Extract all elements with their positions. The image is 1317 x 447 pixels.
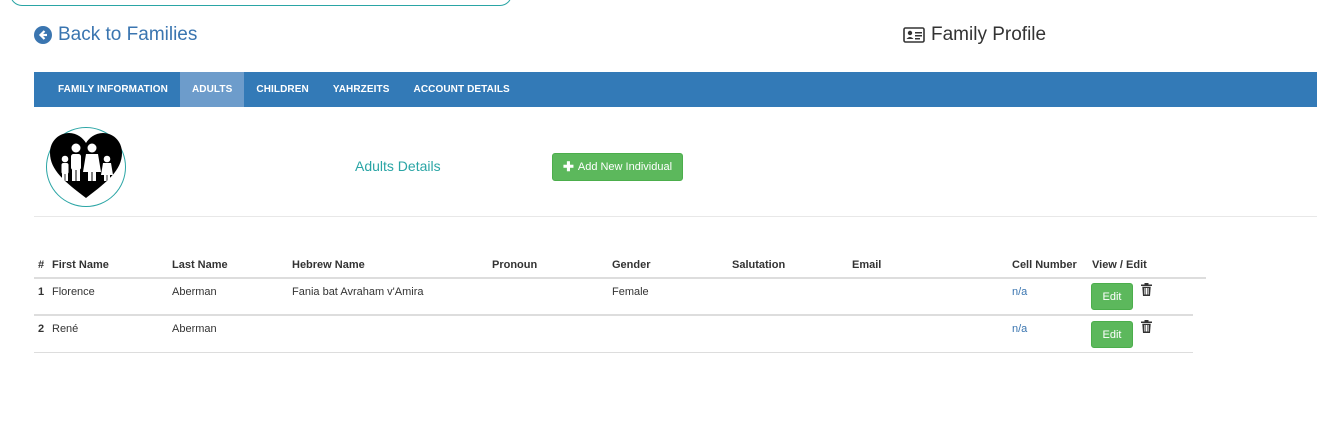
gender-cell: Female xyxy=(612,286,649,298)
col-header-salutation: Salutation xyxy=(732,259,786,271)
col-header-hebrew-name: Hebrew Name xyxy=(292,259,365,271)
page-title: Family Profile xyxy=(903,24,1046,46)
row-number: 2 xyxy=(38,323,45,335)
section-title: Adults Details xyxy=(355,158,441,174)
plus-icon: ✚ xyxy=(562,159,574,174)
table-header-divider xyxy=(34,277,1206,279)
avatar xyxy=(46,127,126,207)
add-button-label: Add New Individual xyxy=(577,161,673,173)
col-header-gender: Gender xyxy=(612,259,651,271)
col-header-first-name: First Name xyxy=(52,259,109,271)
col-header-pronoun: Pronoun xyxy=(492,259,538,271)
cell-number-link[interactable]: n/a xyxy=(1012,323,1027,335)
col-header-email: Email xyxy=(852,259,882,271)
col-header-number: # xyxy=(38,259,45,271)
top-search-pill[interactable] xyxy=(10,0,512,6)
back-link-label: Back to Families xyxy=(58,24,198,45)
trash-icon[interactable] xyxy=(1141,283,1152,296)
edit-button[interactable]: Edit xyxy=(1091,283,1133,310)
col-header-cell-number: Cell Number xyxy=(1012,259,1077,271)
row-divider xyxy=(34,314,1193,316)
row-divider xyxy=(34,352,1193,353)
back-to-families-link[interactable]: Back to Families xyxy=(34,24,197,46)
trash-icon[interactable] xyxy=(1141,320,1152,333)
cell-number-link[interactable]: n/a xyxy=(1012,286,1027,298)
row-number: 1 xyxy=(38,286,45,298)
first-name-cell: René xyxy=(52,323,79,335)
arrow-left-circle-icon xyxy=(34,26,52,44)
first-name-cell: Florence xyxy=(52,286,95,298)
tab-account-details[interactable]: ACCOUNT DETAILS xyxy=(402,72,522,107)
last-name-cell: Aberman xyxy=(172,286,217,298)
tab-yahrzeits[interactable]: YAHRZEITS xyxy=(321,72,402,107)
tab-adults[interactable]: ADULTS xyxy=(179,72,245,107)
page-title-label: Family Profile xyxy=(931,24,1047,45)
tab-family-information[interactable]: FAMILY INFORMATION xyxy=(34,72,180,107)
tab-children[interactable]: CHILDREN xyxy=(244,72,320,107)
col-header-view-edit: View / Edit xyxy=(1092,259,1147,271)
last-name-cell: Aberman xyxy=(172,323,217,335)
add-new-individual-button[interactable]: ✚ Add New Individual xyxy=(552,153,683,181)
edit-button[interactable]: Edit xyxy=(1091,321,1133,348)
section-divider xyxy=(34,216,1317,217)
id-card-icon xyxy=(903,27,925,43)
hebrew-name-cell: Fania bat Avraham v'Amira xyxy=(292,286,424,298)
col-header-last-name: Last Name xyxy=(172,259,228,271)
family-heart-icon xyxy=(50,133,122,198)
profile-tabs: FAMILY INFORMATION ADULTS CHILDREN YAHRZ… xyxy=(34,72,1317,107)
